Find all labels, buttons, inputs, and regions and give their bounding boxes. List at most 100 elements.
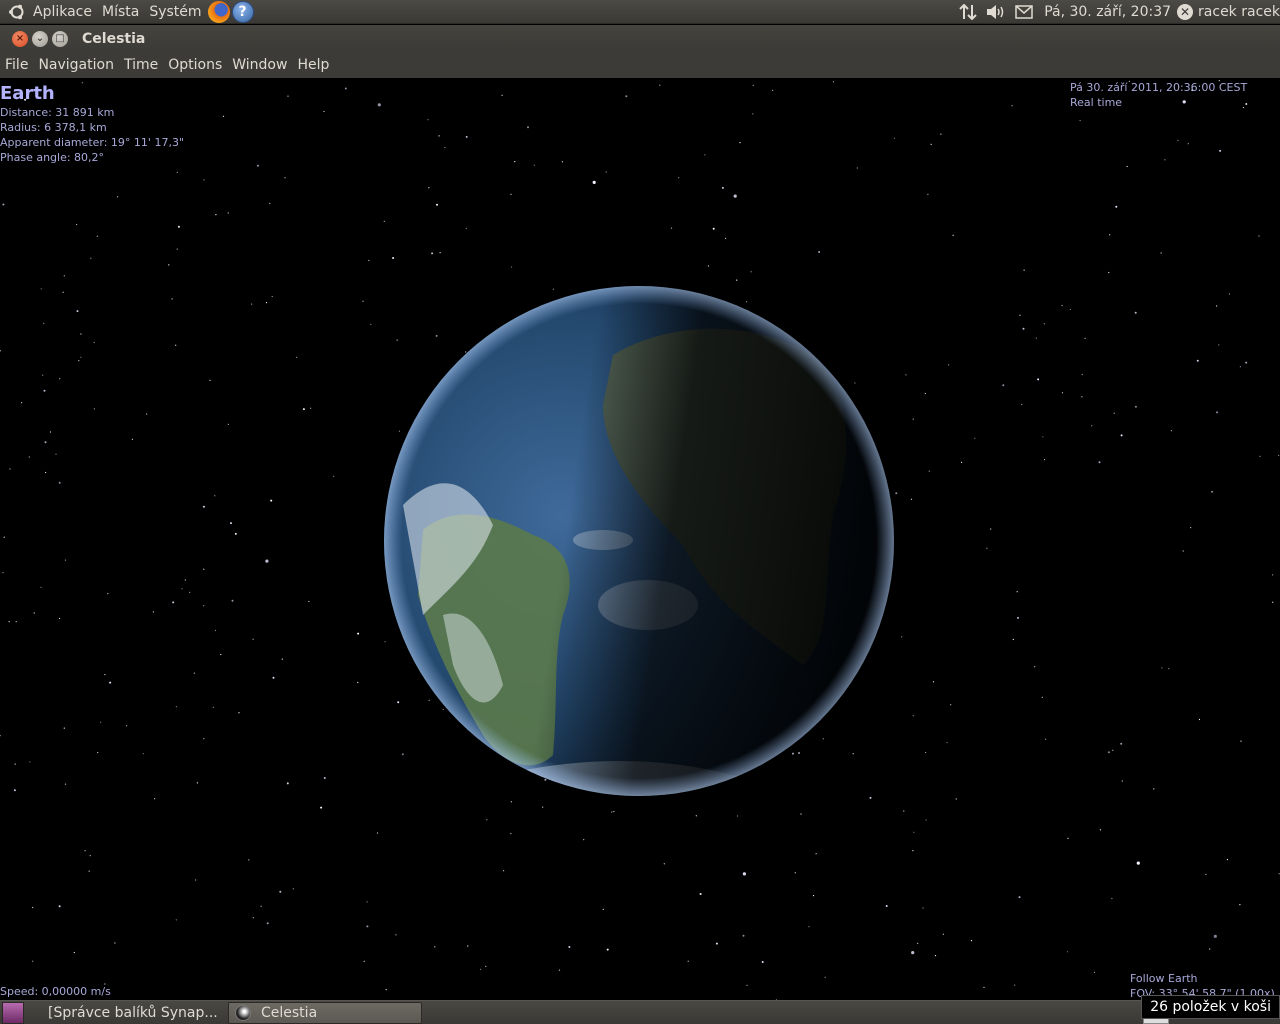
star (1161, 667, 1163, 669)
star (736, 279, 738, 281)
star (1091, 425, 1093, 427)
star (230, 522, 232, 525)
star (212, 706, 214, 708)
earth-globe[interactable] (383, 285, 895, 797)
firefox-icon[interactable] (207, 0, 230, 23)
star (625, 95, 628, 98)
star (832, 81, 835, 83)
star (43, 389, 46, 392)
time-mode: Real time (1070, 96, 1123, 109)
star (287, 95, 289, 97)
star (89, 855, 91, 857)
star (181, 588, 183, 590)
minimize-button[interactable]: ⌄ (32, 30, 48, 47)
clock[interactable]: Pá, 30. září, 20:37 (1038, 4, 1177, 20)
star (44, 441, 47, 444)
star (895, 492, 898, 495)
star (1126, 165, 1128, 168)
star (869, 796, 872, 799)
show-desktop-button[interactable] (2, 1001, 24, 1024)
user-menu[interactable]: ✕ racek racek (1177, 3, 1280, 20)
star (63, 727, 65, 729)
phase-angle-readout: Phase angle: 80,2° (0, 151, 105, 164)
star (742, 872, 747, 876)
menu-navigation[interactable]: Navigation (33, 52, 119, 78)
menu-places[interactable]: Místa (97, 0, 144, 24)
star (885, 905, 888, 907)
star (252, 638, 254, 640)
star (1107, 751, 1110, 754)
star (1164, 159, 1166, 161)
menu-file[interactable]: File (0, 52, 33, 78)
star (55, 453, 57, 455)
star (370, 323, 372, 325)
star (856, 167, 858, 169)
star (444, 146, 446, 149)
star (678, 177, 680, 179)
star (925, 819, 927, 821)
star (605, 171, 607, 173)
selected-object-name: Earth (0, 83, 55, 104)
star (1043, 323, 1045, 325)
star (912, 418, 914, 420)
taskbar-item-celestia[interactable]: Celestia (228, 1001, 422, 1024)
star (286, 782, 289, 785)
star (80, 356, 82, 358)
star (1011, 105, 1013, 107)
menu-time[interactable]: Time (119, 52, 163, 78)
star (252, 917, 254, 919)
star (606, 948, 609, 951)
celestia-viewport[interactable]: Earth Distance: 31 891 km Radius: 6 378,… (0, 78, 1280, 1000)
taskbar-item-synaptic[interactable]: [Správce balíků Synap... (32, 1002, 222, 1024)
star (220, 653, 222, 656)
star (1258, 235, 1260, 237)
star (1259, 455, 1261, 457)
star (131, 438, 133, 440)
menu-options[interactable]: Options (163, 52, 227, 78)
maximize-button[interactable]: □ (52, 30, 68, 47)
star (296, 356, 298, 358)
star (323, 110, 325, 113)
star (486, 819, 488, 821)
star (29, 761, 31, 763)
star (699, 893, 702, 895)
star (265, 559, 269, 563)
ubuntu-logo-icon[interactable] (6, 1, 28, 23)
star (154, 798, 156, 800)
star (752, 113, 754, 115)
star (1272, 574, 1274, 576)
menu-help[interactable]: Help (292, 52, 334, 78)
volume-icon[interactable] (986, 2, 1006, 22)
close-button[interactable]: × (12, 30, 28, 47)
network-icon[interactable] (958, 2, 978, 22)
star (721, 186, 724, 189)
star (1278, 454, 1280, 457)
star (928, 470, 930, 472)
bottom-panel: [Správce balíků Synap... Celestia (0, 1000, 1280, 1024)
window-title-bar[interactable]: × ⌄ □ Celestia (0, 25, 1280, 52)
star (281, 658, 283, 660)
star (1093, 971, 1096, 974)
star (1099, 829, 1101, 831)
star (0, 350, 1, 352)
star (568, 946, 571, 948)
star (1043, 459, 1046, 461)
star (510, 801, 512, 803)
menu-bar: File Navigation Time Options Window Help (0, 52, 1280, 78)
help-icon[interactable]: ? (231, 0, 254, 23)
star (752, 84, 754, 86)
star (302, 408, 305, 411)
star (383, 220, 385, 222)
star (533, 164, 535, 166)
menu-window[interactable]: Window (227, 52, 292, 78)
menu-system[interactable]: Systém (144, 0, 206, 24)
mail-icon[interactable] (1014, 2, 1034, 22)
star (970, 940, 973, 942)
star (271, 295, 273, 298)
star (952, 234, 954, 236)
star (58, 481, 61, 484)
star (948, 364, 950, 366)
menu-applications[interactable]: Aplikace (28, 0, 97, 24)
star (687, 960, 689, 962)
star (81, 82, 83, 84)
